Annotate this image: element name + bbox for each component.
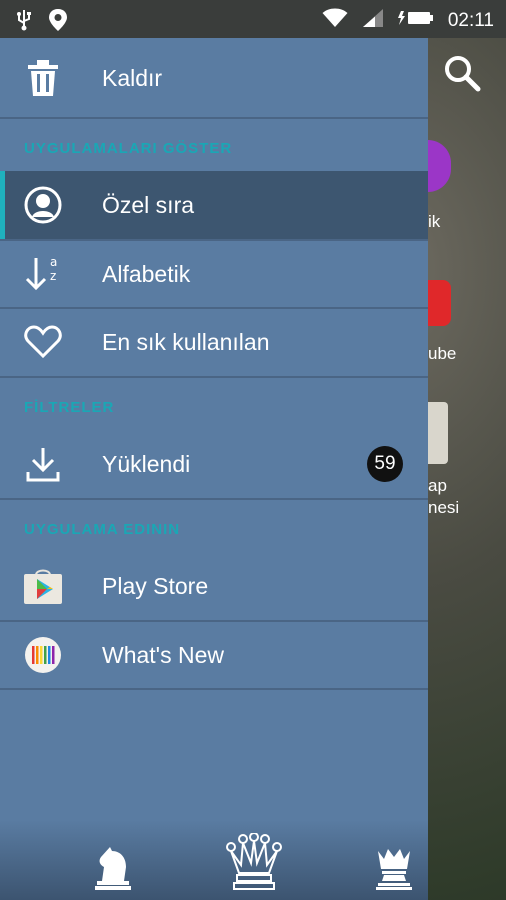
menu-item-label: Play Store <box>102 572 209 599</box>
app-label-3: ap <box>428 476 447 495</box>
battery-charging-icon <box>397 9 434 32</box>
section-header-get-apps: UYGULAMA EDININ <box>24 521 181 538</box>
chess-knight-icon[interactable] <box>92 843 134 896</box>
menu-item-label: What's New <box>102 641 224 668</box>
signal-icon <box>362 8 384 33</box>
divider <box>0 376 428 378</box>
menu-item-label: Kaldır <box>102 64 163 91</box>
section-header-show-apps: UYGULAMALARI GÖSTER <box>24 140 233 157</box>
menu-item-label: En sık kullanılan <box>102 328 270 355</box>
menu-item-most-used[interactable]: En sık kullanılan <box>0 309 428 375</box>
section-header-filters: FİLTRELER <box>24 399 115 416</box>
clock: 02:11 <box>447 9 494 31</box>
whats-new-icon <box>22 634 64 676</box>
status-bar: 02:11 <box>0 0 506 38</box>
selection-indicator <box>0 171 5 239</box>
play-store-icon <box>22 565 64 607</box>
menu-item-remove[interactable]: Kaldır <box>0 38 428 118</box>
app-label-1: ik <box>428 212 441 231</box>
menu-item-custom-order[interactable]: Özel sıra <box>0 171 428 239</box>
download-icon <box>22 443 64 485</box>
menu-item-label: Yüklendi <box>102 450 191 477</box>
sort-alpha-icon: az <box>22 253 64 295</box>
search-button[interactable] <box>440 52 484 96</box>
usb-icon <box>16 9 32 36</box>
menu-item-installed[interactable]: Yüklendi 59 <box>0 430 428 498</box>
menu-item-label: Alfabetik <box>102 260 191 287</box>
heart-icon <box>22 321 64 363</box>
location-icon <box>48 8 68 37</box>
trash-icon <box>22 57 64 99</box>
chess-queen-icon[interactable] <box>225 832 283 896</box>
count-badge: 59 <box>367 446 403 482</box>
wifi-icon <box>322 8 348 33</box>
person-circle-icon <box>22 184 64 226</box>
menu-item-alphabetic[interactable]: az Alfabetik <box>0 241 428 307</box>
app-label-4: nesi <box>428 498 460 517</box>
chess-king-icon[interactable] <box>374 843 414 896</box>
svg-text:a: a <box>50 255 57 269</box>
svg-text:z: z <box>50 269 56 283</box>
menu-item-whats-new[interactable]: What's New <box>0 622 428 688</box>
menu-item-play-store[interactable]: Play Store <box>0 552 428 620</box>
divider <box>0 117 428 119</box>
bottom-toolbar <box>0 820 428 900</box>
app-drawer-menu: Kaldır UYGULAMALARI GÖSTER Özel sıra az … <box>0 38 428 900</box>
app-label-2: ube <box>428 344 457 363</box>
divider <box>0 498 428 500</box>
divider <box>0 688 428 690</box>
menu-item-label: Özel sıra <box>102 191 195 218</box>
